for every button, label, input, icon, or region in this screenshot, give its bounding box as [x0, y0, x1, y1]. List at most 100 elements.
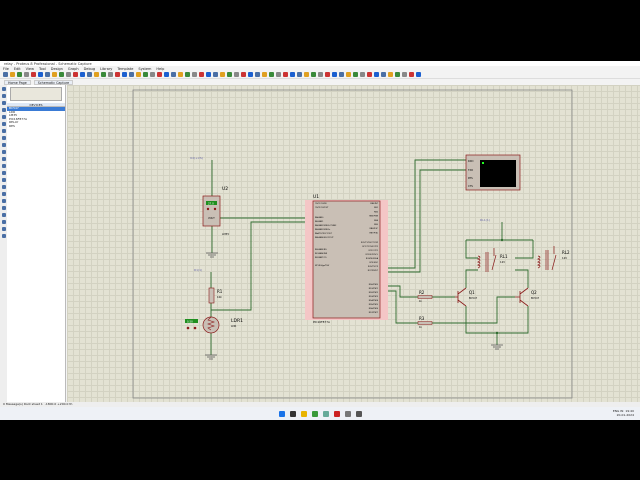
mode-tool-icon[interactable] [1, 178, 6, 182]
menu-tool[interactable]: Tool [39, 67, 46, 71]
resistor-r2[interactable]: R2 1k [417, 290, 433, 303]
toolbar-button-icon[interactable] [206, 72, 211, 77]
toolbar-button-icon[interactable] [346, 72, 351, 77]
mode-tool-icon[interactable] [1, 157, 6, 161]
menu-system[interactable]: System [138, 67, 151, 71]
toolbar-button-icon[interactable] [192, 72, 197, 77]
menu-graph[interactable]: Graph [68, 67, 79, 71]
toolbar-button-icon[interactable] [416, 72, 421, 77]
toolbar-button-icon[interactable] [269, 72, 274, 77]
mode-tool-icon[interactable] [1, 94, 6, 98]
toolbar-button-icon[interactable] [339, 72, 344, 77]
mode-tool-icon[interactable] [1, 220, 6, 224]
menu-design[interactable]: Design [51, 67, 63, 71]
toolbar-button-icon[interactable] [3, 72, 8, 77]
toolbar-button-icon[interactable] [199, 72, 204, 77]
folder-icon[interactable] [300, 410, 307, 417]
menu-library[interactable]: Library [100, 67, 112, 71]
toolbar-button-icon[interactable] [129, 72, 134, 77]
toolbar-button-icon[interactable] [304, 72, 309, 77]
overview-preview[interactable] [10, 87, 62, 101]
search-icon[interactable] [289, 410, 296, 417]
toolbar-button-icon[interactable] [185, 72, 190, 77]
schematic[interactable]: 27.0 VOUT U2 LM35 U2(+VS) R1 10k R1(1) 0… [67, 85, 640, 402]
mode-tool-icon[interactable] [1, 136, 6, 140]
toolbar-button-icon[interactable] [38, 72, 43, 77]
mode-tool-icon[interactable] [1, 129, 6, 133]
toolbar-button-icon[interactable] [115, 72, 120, 77]
toolbar-button-icon[interactable] [52, 72, 57, 77]
menu-file[interactable]: File [3, 67, 9, 71]
mode-tool-icon[interactable] [1, 227, 6, 231]
menu-view[interactable]: View [26, 67, 34, 71]
toolbar-button-icon[interactable] [353, 72, 358, 77]
mode-tool-icon[interactable] [1, 164, 6, 168]
toolbar-button-icon[interactable] [108, 72, 113, 77]
toolbar-button-icon[interactable] [311, 72, 316, 77]
toolbar-button-icon[interactable] [276, 72, 281, 77]
toolbar-button-icon[interactable] [157, 72, 162, 77]
app-icon[interactable] [344, 410, 351, 417]
chrome-icon[interactable] [311, 410, 318, 417]
toolbar-button-icon[interactable] [381, 72, 386, 77]
toolbar-button-icon[interactable] [80, 72, 85, 77]
proteus-icon[interactable] [333, 410, 340, 417]
toolbar-button-icon[interactable] [164, 72, 169, 77]
relay-rl1[interactable] [476, 248, 497, 272]
menu-help[interactable]: Help [156, 67, 164, 71]
app-icon[interactable] [322, 410, 329, 417]
mode-tool-icon[interactable] [1, 171, 6, 175]
toolbar-button-icon[interactable] [332, 72, 337, 77]
lm35-u2[interactable]: 27.0 VOUT U2 LM35 U2(+VS) [190, 156, 229, 236]
toolbar-button-icon[interactable] [360, 72, 365, 77]
toolbar-button-icon[interactable] [87, 72, 92, 77]
toolbar-button-icon[interactable] [325, 72, 330, 77]
menu-template[interactable]: Template [117, 67, 133, 71]
mode-tool-icon[interactable] [1, 213, 6, 217]
start-icon[interactable] [278, 410, 285, 417]
resistor-r1[interactable]: R1 10k R1(1) [194, 268, 223, 304]
toolbar-button-icon[interactable] [402, 72, 407, 77]
toolbar-button-icon[interactable] [73, 72, 78, 77]
mode-tool-icon[interactable] [1, 108, 6, 112]
toolbar-button-icon[interactable] [318, 72, 323, 77]
schematic-canvas[interactable]: 27.0 VOUT U2 LM35 U2(+VS) R1 10k R1(1) 0… [67, 85, 640, 402]
mode-tool-icon[interactable] [1, 192, 6, 196]
tab-schematic-capture[interactable]: Schematic Capture [33, 79, 74, 85]
toolbar-button-icon[interactable] [255, 72, 260, 77]
mode-tool-icon[interactable] [1, 115, 6, 119]
relay-rl2[interactable] [536, 246, 557, 271]
device-item[interactable]: RES [7, 124, 65, 129]
toolbar-button-icon[interactable] [297, 72, 302, 77]
toolbar-button-icon[interactable] [143, 72, 148, 77]
mode-tool-icon[interactable] [1, 206, 6, 210]
toolbar-button-icon[interactable] [227, 72, 232, 77]
toolbar-button-icon[interactable] [122, 72, 127, 77]
mode-tool-icon[interactable] [1, 143, 6, 147]
toolbar-button-icon[interactable] [290, 72, 295, 77]
toolbar-button-icon[interactable] [367, 72, 372, 77]
toolbar-button-icon[interactable] [409, 72, 414, 77]
toolbar-button-icon[interactable] [59, 72, 64, 77]
mode-tool-icon[interactable] [1, 199, 6, 203]
toolbar-button-icon[interactable] [94, 72, 99, 77]
toolbar-button-icon[interactable] [241, 72, 246, 77]
mode-tool-icon[interactable] [1, 122, 6, 126]
mode-tool-icon[interactable] [1, 234, 6, 238]
toolbar-button-icon[interactable] [262, 72, 267, 77]
transistor-q2[interactable] [515, 287, 529, 307]
toolbar-button-icon[interactable] [395, 72, 400, 77]
toolbar-button-icon[interactable] [31, 72, 36, 77]
toolbar-button-icon[interactable] [101, 72, 106, 77]
toolbar-button-icon[interactable] [45, 72, 50, 77]
toolbar-button-icon[interactable] [388, 72, 393, 77]
app-icon[interactable] [355, 410, 362, 417]
toolbar-button-icon[interactable] [220, 72, 225, 77]
toolbar-button-icon[interactable] [213, 72, 218, 77]
mode-tool-icon[interactable] [1, 185, 6, 189]
toolbar-button-icon[interactable] [66, 72, 71, 77]
toolbar-button-icon[interactable] [10, 72, 15, 77]
mode-tool-icon[interactable] [1, 87, 6, 91]
menu-edit[interactable]: Edit [14, 67, 21, 71]
tab-home-page[interactable]: Home Page [4, 79, 31, 85]
